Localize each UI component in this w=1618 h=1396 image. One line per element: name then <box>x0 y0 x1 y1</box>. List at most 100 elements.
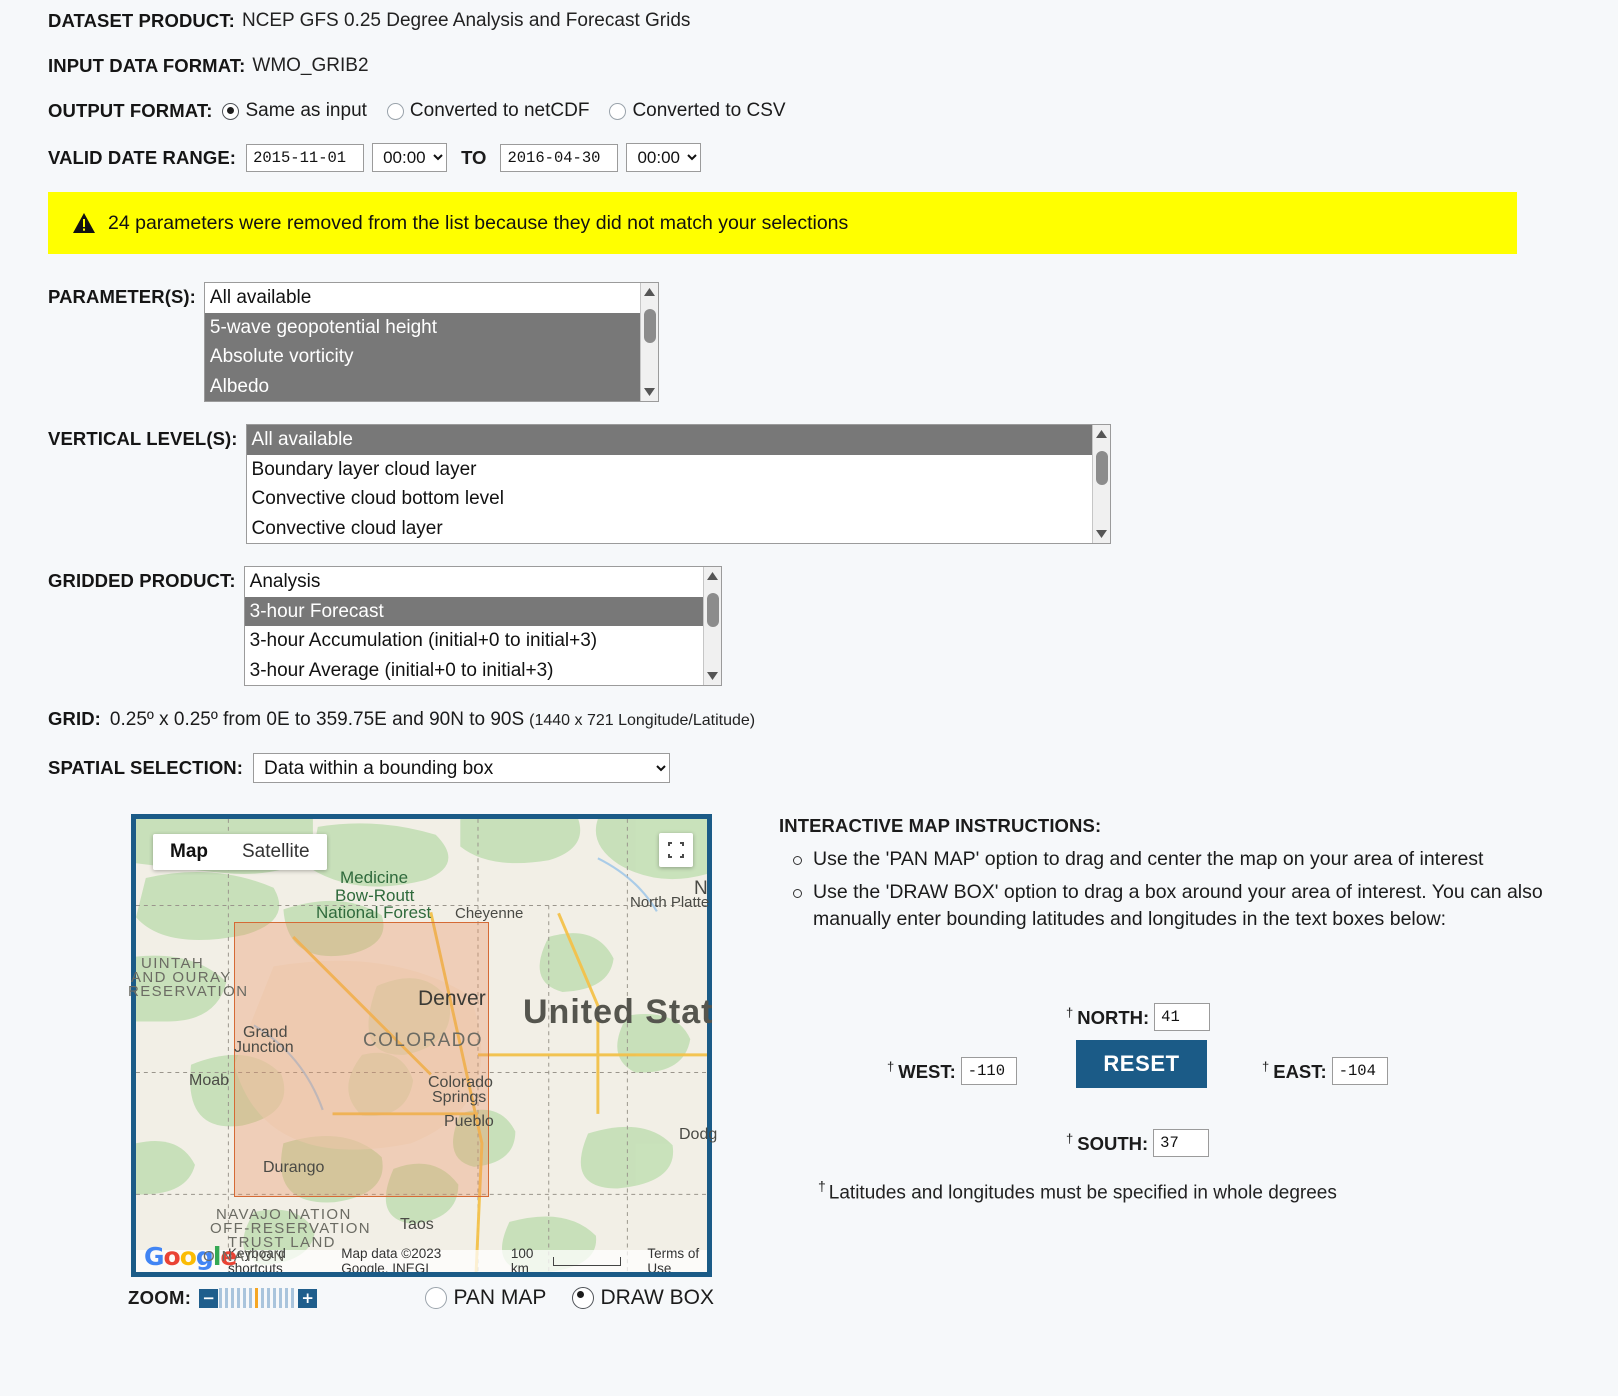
parameters-option-1[interactable]: 5-wave geopotential height <box>204 312 658 342</box>
zoom-tick-1[interactable] <box>225 1288 229 1308</box>
radio-draw-box[interactable] <box>572 1287 595 1309</box>
zoom-tick-12[interactable] <box>291 1288 295 1308</box>
gridded-product-option-1[interactable]: 3-hour Forecast <box>244 596 721 626</box>
start-time-select[interactable]: 00:00 <box>372 143 448 172</box>
parameters-option-2[interactable]: Absolute vorticity <box>204 342 658 372</box>
map-mode-option-draw-box[interactable]: DRAW BOX <box>572 1286 714 1310</box>
end-time-select[interactable]: 00:00 <box>626 143 702 172</box>
scale-bar-line <box>553 1256 622 1266</box>
bounding-box-overlay[interactable] <box>234 922 489 1197</box>
zoom-slider-ticks[interactable] <box>219 1288 297 1308</box>
parameters-scrollbar[interactable] <box>639 283 658 401</box>
vertical-levels-option-2[interactable]: Convective cloud bottom level <box>247 484 1110 514</box>
zoom-tick-6[interactable] <box>255 1288 259 1308</box>
west-input[interactable] <box>960 1057 1017 1085</box>
scroll-up-arrow-icon[interactable] <box>1093 426 1110 442</box>
parameters-row: PARAMETER(S): All available 5-wave geopo… <box>48 282 1618 402</box>
east-label: † EAST: <box>1262 1058 1327 1083</box>
spatial-selection-row: SPATIAL SELECTION: Data within a boundin… <box>48 753 1618 783</box>
warning-banner: 24 parameters were removed from the list… <box>48 192 1517 254</box>
zoom-tick-4[interactable] <box>243 1288 247 1308</box>
south-input[interactable] <box>1153 1129 1210 1157</box>
dataset-product-label: DATASET PRODUCT: <box>48 10 235 31</box>
fullscreen-button[interactable] <box>659 833 693 867</box>
zoom-tick-9[interactable] <box>273 1288 277 1308</box>
zoom-tick-10[interactable] <box>279 1288 283 1308</box>
start-date-input[interactable] <box>246 143 365 172</box>
east-input[interactable] <box>1331 1057 1388 1085</box>
zoom-label: ZOOM: <box>128 1287 192 1308</box>
vertical-levels-option-0[interactable]: All available <box>246 425 1110 455</box>
zoom-tick-3[interactable] <box>237 1288 241 1308</box>
scroll-down-arrow-icon[interactable] <box>1093 526 1110 542</box>
zoom-tick-2[interactable] <box>231 1288 235 1308</box>
valid-date-range-label: VALID DATE RANGE: <box>48 146 237 168</box>
input-format-row: INPUT DATA FORMAT: WMO_GRIB2 <box>48 55 1618 77</box>
output-format-option-netcdf[interactable]: Converted to netCDF <box>386 100 590 122</box>
input-format-value: WMO_GRIB2 <box>252 55 369 76</box>
terms-of-use-link[interactable]: Terms of Use <box>647 1246 707 1272</box>
gridded-product-listbox[interactable]: Analysis 3-hour Forecast 3-hour Accumula… <box>243 566 722 686</box>
parameters-option-0[interactable]: All available <box>205 283 658 313</box>
map-label: Moab <box>189 1072 230 1089</box>
parameters-option-3[interactable]: Albedo <box>204 371 658 401</box>
map-mode-radio-group: PAN MAP DRAW BOX <box>425 1286 714 1310</box>
valid-date-range-row: VALID DATE RANGE: 00:00 TO 00:00 <box>48 143 1618 172</box>
radio-label-netcdf: Converted to netCDF <box>409 100 590 121</box>
zoom-tick-8[interactable] <box>267 1288 271 1308</box>
zoom-tick-11[interactable] <box>285 1288 289 1308</box>
gridded-product-option-2[interactable]: 3-hour Accumulation (initial+0 to initia… <box>245 626 721 656</box>
radio-pan-map[interactable] <box>425 1287 448 1309</box>
spatial-selection-select[interactable]: Data within a bounding box <box>253 753 671 783</box>
dagger-symbol: † <box>818 1178 826 1194</box>
instruction-item-pan: Use the 'PAN MAP' option to drag and cen… <box>793 846 1543 873</box>
scroll-up-arrow-icon[interactable] <box>641 284 658 300</box>
map-mode-option-pan[interactable]: PAN MAP <box>425 1286 546 1310</box>
map-label: National Forest <box>316 903 432 922</box>
zoom-tick-5[interactable] <box>249 1288 253 1308</box>
radio-label-pan-map: PAN MAP <box>453 1286 547 1309</box>
map-type-control[interactable]: Map Satellite <box>153 834 327 870</box>
map-label: Junction <box>234 1039 294 1056</box>
parameters-scroll-thumb[interactable] <box>643 309 656 343</box>
vertical-levels-scroll-thumb[interactable] <box>1095 451 1108 485</box>
reset-button[interactable]: RESET <box>1076 1040 1207 1088</box>
map-label: COLORADO <box>363 1030 483 1051</box>
map-scale-bar: 100 km <box>511 1246 622 1272</box>
data-request-form: DATASET PRODUCT: NCEP GFS 0.25 Degree An… <box>0 0 1618 783</box>
end-date-input[interactable] <box>500 143 619 172</box>
zoom-out-button[interactable]: − <box>199 1288 219 1308</box>
output-format-option-same-as-input[interactable]: Same as input <box>222 100 367 122</box>
map-data-credit: Map data ©2023 Google, INEGI <box>341 1246 442 1276</box>
vertical-levels-scrollbar[interactable] <box>1091 425 1110 543</box>
map-type-map-button[interactable]: Map <box>153 834 225 870</box>
parameters-listbox[interactable]: All available 5-wave geopotential height… <box>203 282 659 402</box>
north-input[interactable] <box>1154 1003 1211 1031</box>
vertical-levels-option-1[interactable]: Boundary layer cloud layer <box>247 455 1110 485</box>
map-label: RESERVATION <box>128 983 249 1000</box>
gridded-product-option-3[interactable]: 3-hour Average (initial+0 to initial+3) <box>245 656 721 686</box>
map-zoom-row: ZOOM: − + PAN MAP DRAW BOX <box>128 1282 714 1314</box>
map-label: N <box>694 878 710 899</box>
vertical-levels-listbox[interactable]: All available Boundary layer cloud layer… <box>245 424 1111 544</box>
gridded-product-scroll-thumb[interactable] <box>706 593 719 627</box>
radio-netcdf[interactable] <box>386 102 404 120</box>
output-format-option-csv[interactable]: Converted to CSV <box>609 100 786 122</box>
map-type-satellite-button[interactable]: Satellite <box>225 834 327 870</box>
zoom-tick-7[interactable] <box>261 1288 265 1308</box>
gridded-product-scrollbar[interactable] <box>702 567 721 685</box>
radio-csv[interactable] <box>609 102 627 120</box>
scroll-up-arrow-icon[interactable] <box>704 568 721 584</box>
radio-same-as-input[interactable] <box>222 102 240 120</box>
bounding-box-footnote: † Latitudes and longitudes must be specif… <box>818 1178 1337 1204</box>
gridded-product-row: GRIDDED PRODUCT: Analysis 3-hour Forecas… <box>48 566 1618 686</box>
scroll-down-arrow-icon[interactable] <box>704 668 721 684</box>
dagger-symbol: † <box>1066 1130 1074 1146</box>
map-label: Dodg <box>679 1126 718 1143</box>
zoom-in-button[interactable]: + <box>298 1288 318 1308</box>
vertical-levels-option-3[interactable]: Convective cloud layer <box>247 514 1110 544</box>
scroll-down-arrow-icon[interactable] <box>641 384 658 400</box>
vertical-levels-label: VERTICAL LEVEL(S): <box>48 428 238 449</box>
zoom-tick-0[interactable] <box>219 1288 223 1308</box>
gridded-product-option-0[interactable]: Analysis <box>245 567 721 597</box>
